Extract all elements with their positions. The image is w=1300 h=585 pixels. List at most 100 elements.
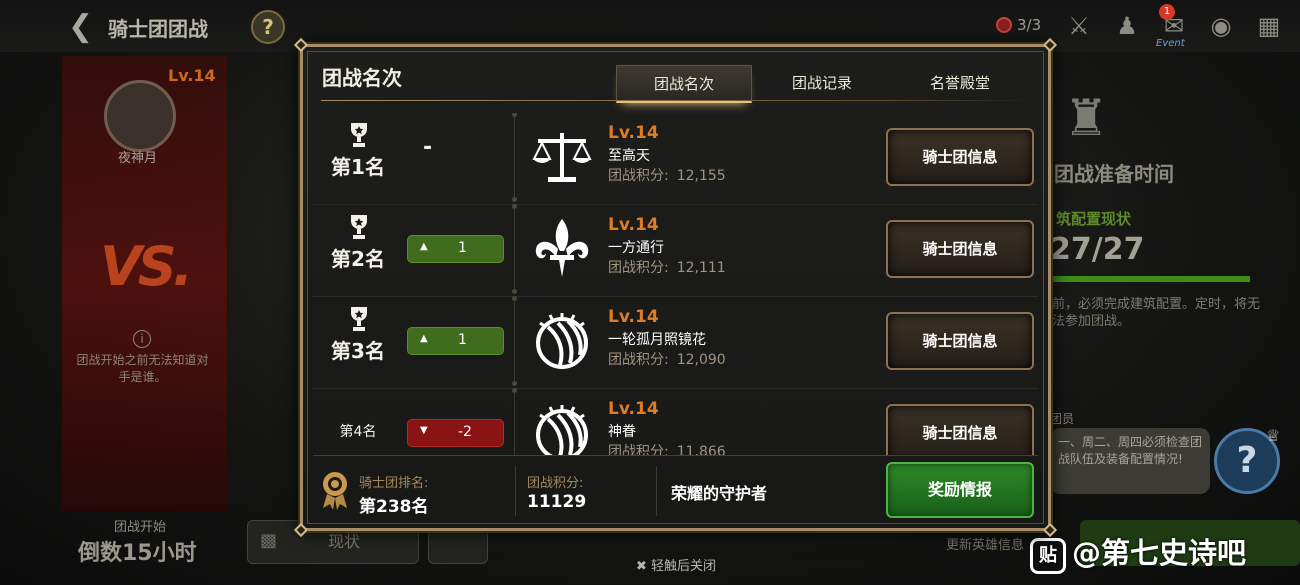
update-hero-info-link[interactable]: 更新英雄信息 xyxy=(946,534,1024,553)
member-note-bubble: 一、周二、周四必须检查团战队伍及装备配置情况! xyxy=(1050,428,1210,494)
own-guild-summary: 骑士团排名: 第238名 团战积分: 11129 荣耀的守护者 奖励情报 xyxy=(313,455,1038,523)
crossed-swords-icon[interactable]: ⚔ xyxy=(1060,9,1098,45)
menu-grid-icon[interactable]: ▦ xyxy=(1250,9,1288,45)
prep-note: 前，必须完成建筑配置。定时，将无法参加团战。 xyxy=(1052,297,1261,329)
guild-info-button[interactable]: 骑士团信息 xyxy=(886,312,1034,370)
up-arrow-icon: ▲ xyxy=(420,333,428,344)
guild-info-button[interactable]: 骑士团信息 xyxy=(886,220,1034,278)
score-value: 12,111 xyxy=(676,260,726,276)
own-guild-level: Lv.14 xyxy=(168,66,216,85)
footer-divider xyxy=(656,466,657,516)
prep-progress-bar xyxy=(1050,276,1250,282)
rank-label: 第3名 xyxy=(331,339,385,363)
guild-name: 一轮孤月照镜花 xyxy=(608,332,706,348)
close-hint[interactable]: ✖ 轻触后关闭 xyxy=(636,555,716,574)
row-divider xyxy=(512,113,517,202)
prep-count: 27/27 xyxy=(1050,232,1145,267)
tab-war-record[interactable]: 团战记录 xyxy=(754,65,890,103)
guild-score: 团战积分: 12,090 xyxy=(608,349,726,369)
fleur-de-lis-icon xyxy=(535,219,589,277)
guild-score: 团战积分: 12,155 xyxy=(608,165,726,185)
claw-circle-icon xyxy=(536,405,588,455)
close-hint-text: 轻触后关闭 xyxy=(651,559,717,574)
rank-change-value: 1 xyxy=(458,332,467,348)
prep-subtitle: 筑配置现状 xyxy=(1056,210,1132,228)
rank-cell: 第4名 xyxy=(313,389,403,455)
honor-title: 荣耀的守护者 xyxy=(671,484,768,503)
prep-title: 团战准备时间 xyxy=(1054,162,1174,186)
status-icon: ▩ xyxy=(260,530,278,551)
ranking-row: 第2名 ▲ 1 Lv.14 一方通行 团战积分: 12,111 骑士团信息 xyxy=(313,204,1038,294)
ranking-row: 第4名 ▼ -2 Lv.14 神眷 团战积分: 11,866 骑士团信息 xyxy=(313,388,1038,455)
mail-badge: 1 xyxy=(1159,4,1175,20)
guild-score: 团战积分: 12,111 xyxy=(608,257,726,277)
rank-change-up: ▲ 1 xyxy=(407,327,504,355)
row-divider xyxy=(512,388,517,455)
ranking-list[interactable]: 第1名 - Lv.14 至高天 团战积分: 12,155 骑士团信息 第2名 ▲… xyxy=(303,113,1054,455)
modal-title: 团战名次 xyxy=(322,66,402,90)
guild-members-icon[interactable]: ♟ xyxy=(1108,9,1146,45)
footer-divider xyxy=(515,466,516,516)
guild-info-button[interactable]: 骑士团信息 xyxy=(886,404,1034,455)
rank-label: 第4名 xyxy=(339,424,377,440)
score-value: 12,155 xyxy=(676,168,726,184)
ticket-count: 3/3 xyxy=(1017,16,1042,34)
rank-change-value: -2 xyxy=(458,424,472,440)
title-divider xyxy=(321,100,1031,101)
opponent-unknown-note: 团战开始之前无法知道对手是谁。 xyxy=(76,353,209,384)
score-value: 11,866 xyxy=(676,444,726,455)
close-icon: ✖ xyxy=(636,559,652,574)
own-guild-name: 夜神月 xyxy=(118,151,158,166)
guild-name: 神眷 xyxy=(608,424,636,440)
info-icon: i xyxy=(133,330,151,348)
row-divider xyxy=(512,296,517,386)
ticket-icon xyxy=(996,17,1012,33)
vs-icon: VS. xyxy=(100,235,193,298)
rank-cell: 第2名 xyxy=(313,205,403,293)
rank-cell: 第3名 xyxy=(313,297,403,385)
reward-info-button[interactable]: 奖励情报 xyxy=(886,462,1034,518)
rank-change-down: ▼ -2 xyxy=(407,419,504,447)
guild-score-value: 11129 xyxy=(527,492,587,512)
scales-icon xyxy=(532,133,592,182)
watermark-text: @第七史诗吧 xyxy=(1072,536,1247,570)
guild-rank-value: 第238名 xyxy=(359,497,429,517)
rank-medal-icon xyxy=(323,472,347,510)
guild-name: 一方通行 xyxy=(608,240,664,256)
guild-score-label: 团战积分: xyxy=(527,476,584,491)
ticket-counter: 3/3 xyxy=(996,16,1041,34)
rank-cell: 第1名 xyxy=(313,113,403,201)
trophy-icon xyxy=(351,307,367,331)
score-value: 12,090 xyxy=(676,352,726,368)
ranking-row: 第1名 - Lv.14 至高天 团战积分: 12,155 骑士团信息 xyxy=(313,113,1038,202)
guild-info-button[interactable]: 骑士团信息 xyxy=(886,128,1034,186)
score-label: 团战积分: xyxy=(608,168,669,184)
guild-level: Lv.14 xyxy=(608,307,659,327)
guild-level: Lv.14 xyxy=(608,399,659,419)
guild-name: 至高天 xyxy=(608,148,650,164)
crown-icon: ♕ xyxy=(1266,426,1281,445)
watermark: 贴 @第七史诗吧 xyxy=(1030,530,1246,574)
chat-icon[interactable]: ◉ xyxy=(1202,9,1240,45)
castle-emblem-icon: ♜ xyxy=(1063,89,1109,147)
page-title: 骑士团团战 xyxy=(108,17,208,41)
down-arrow-icon: ▼ xyxy=(420,425,428,436)
claw-circle-icon xyxy=(536,313,588,369)
guild-level: Lv.14 xyxy=(608,215,659,235)
help-question-icon[interactable]: ? xyxy=(251,10,285,44)
guild-war-ranking-modal: 团战名次 团战名次 团战记录 名誉殿堂 第1名 - Lv.14 至高天 团战积分… xyxy=(293,37,1058,538)
watermark-logo-icon: 贴 xyxy=(1030,538,1066,574)
score-label: 团战积分: xyxy=(608,444,669,455)
tab-hall-of-fame[interactable]: 名誉殿堂 xyxy=(892,65,1028,103)
tab-ranking[interactable]: 团战名次 xyxy=(616,65,752,103)
countdown-value: 倒数15小时 xyxy=(78,541,197,566)
trophy-icon xyxy=(351,215,367,239)
rank-label: 第2名 xyxy=(331,247,385,271)
ranking-row: 第3名 ▲ 1 Lv.14 一轮孤月照镜花 团战积分: 12,090 骑士团信息 xyxy=(313,296,1038,386)
rank-label: 第1名 xyxy=(331,155,385,179)
rank-change-none: - xyxy=(423,135,433,160)
back-arrow-icon[interactable]: ❮ xyxy=(68,10,102,44)
rank-change-value: 1 xyxy=(458,240,467,256)
countdown-caption: 团战开始 xyxy=(114,520,167,535)
guild-level: Lv.14 xyxy=(608,123,659,143)
